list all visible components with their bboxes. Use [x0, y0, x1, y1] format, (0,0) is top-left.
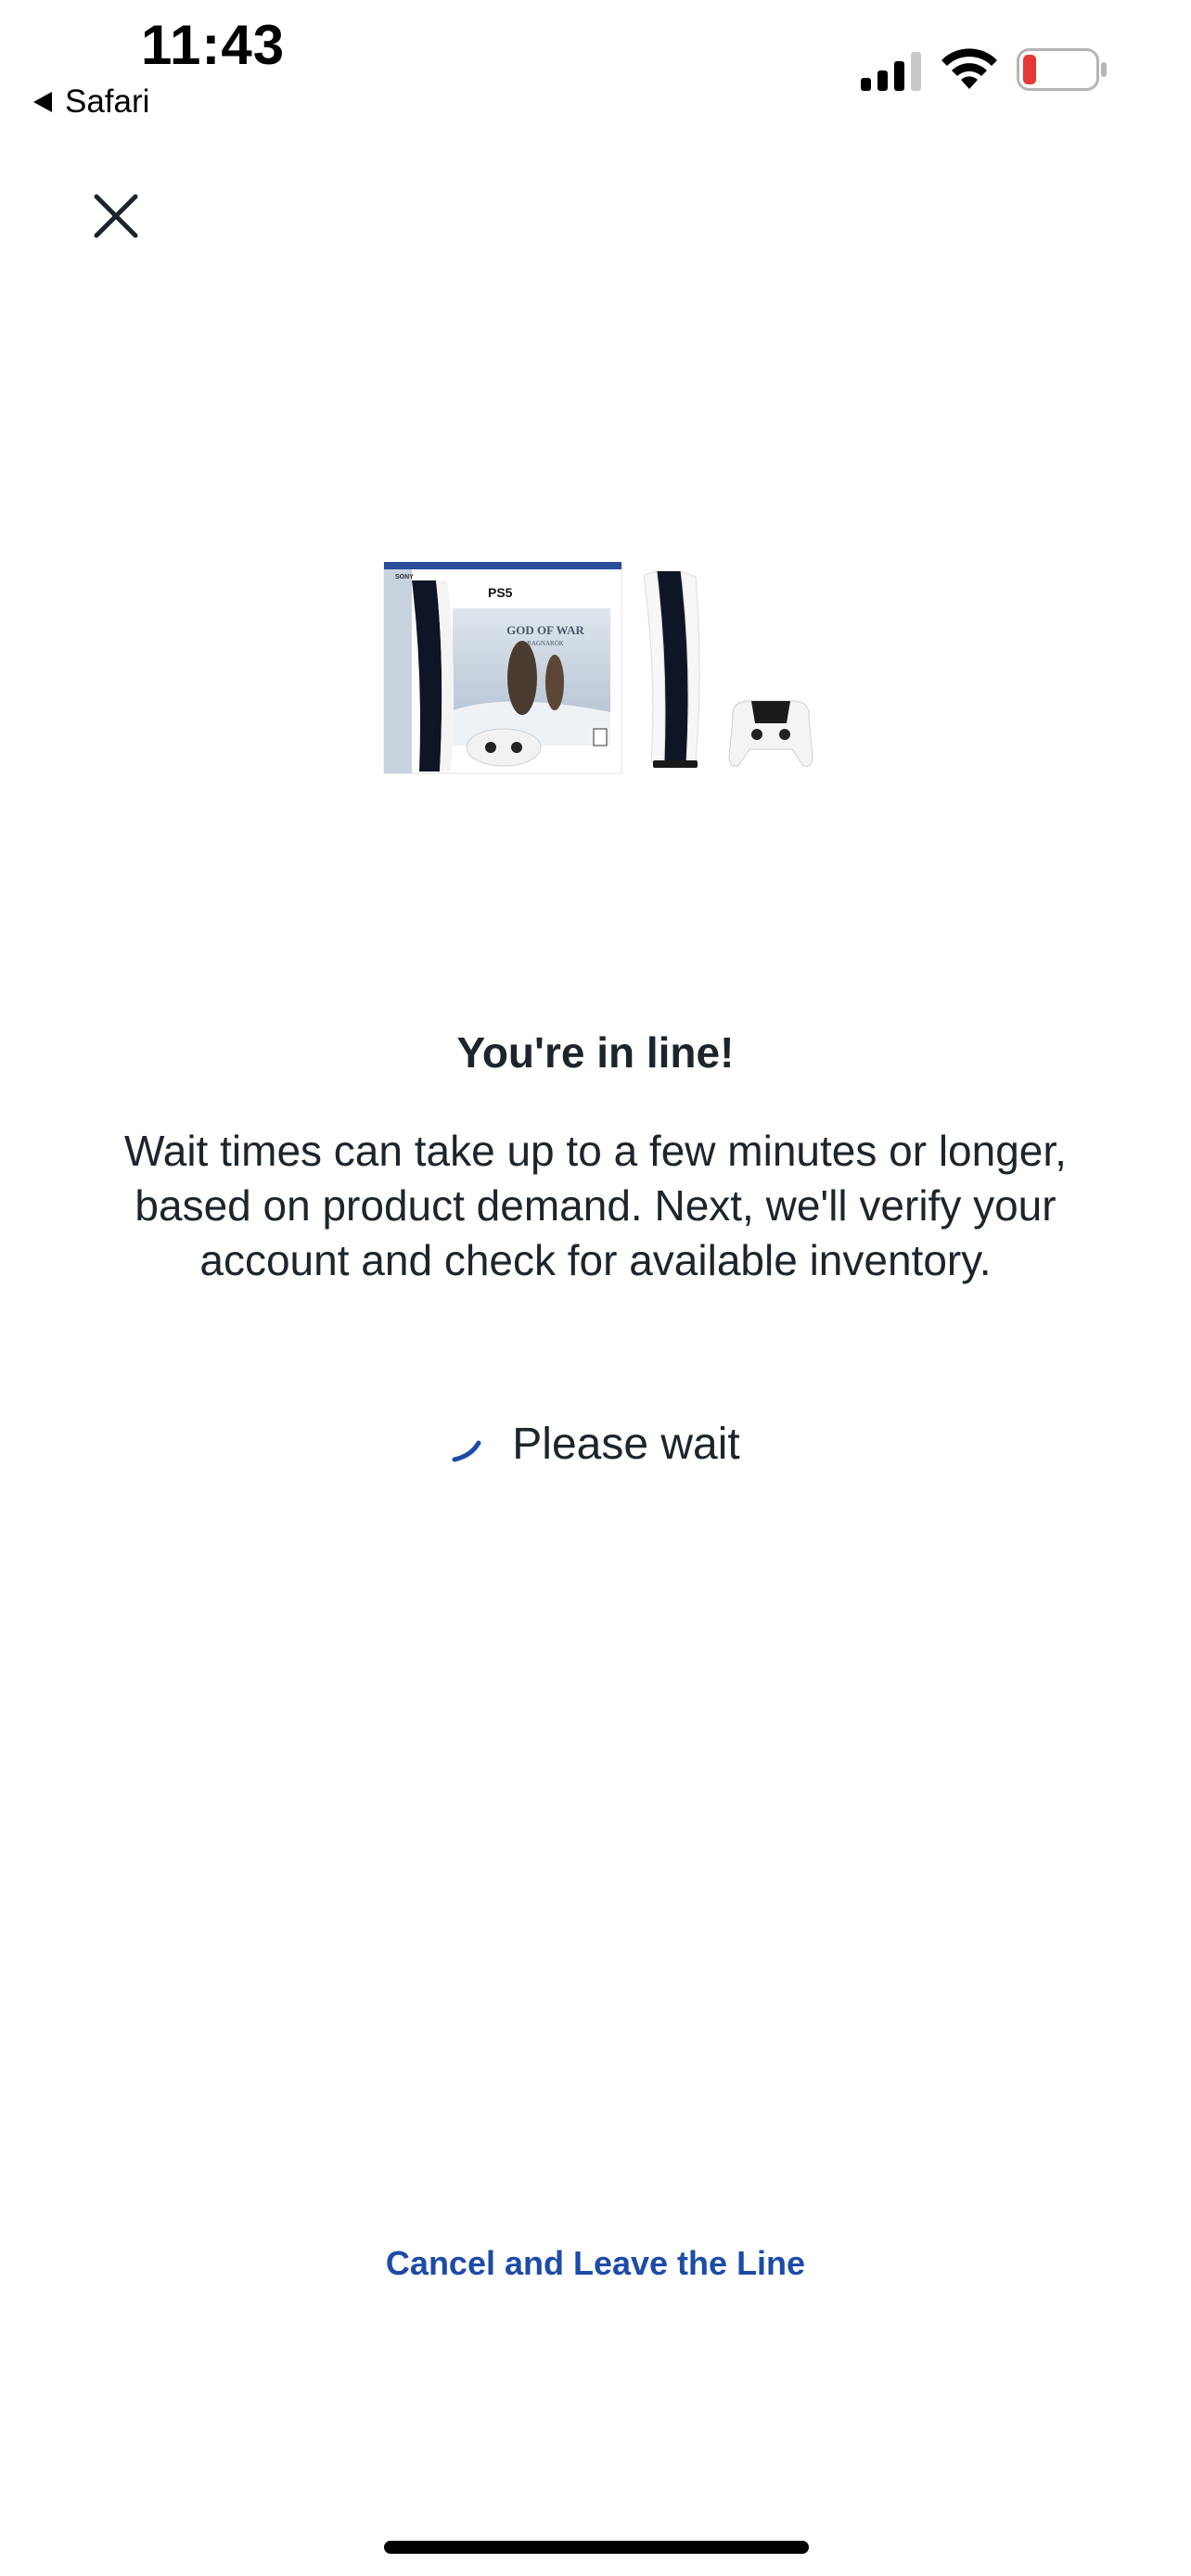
- battery-low-icon: [1017, 48, 1107, 91]
- status-time: 11:43: [141, 14, 286, 76]
- wait-label: Please wait: [512, 1420, 740, 1469]
- wifi-icon: [941, 48, 997, 89]
- box-logo: PS5: [488, 585, 513, 600]
- close-button[interactable]: [85, 185, 147, 247]
- cellular-signal-icon: [861, 52, 921, 91]
- back-to-safari[interactable]: Safari: [33, 83, 149, 121]
- dualsense-controller: [728, 700, 813, 767]
- queue-headline: You're in line!: [456, 1028, 735, 1077]
- close-icon: [94, 194, 138, 238]
- back-app-label: Safari: [65, 83, 150, 120]
- product-box: SONY PS5 GOD OF WAR RAGNARÖK: [383, 562, 622, 774]
- product-image: SONY PS5 GOD OF WAR RAGNARÖK: [383, 562, 813, 774]
- home-indicator[interactable]: [384, 2541, 809, 2554]
- box-game-title: GOD OF WAR: [506, 623, 584, 637]
- ps5-console: [643, 570, 700, 768]
- cancel-leave-line-link[interactable]: Cancel and Leave the Line: [0, 2244, 1191, 2283]
- back-triangle-icon: [33, 92, 52, 112]
- queue-message: Wait times can take up to a few minutes …: [124, 1127, 1067, 1284]
- box-brand: SONY: [395, 574, 414, 580]
- box-game-subtitle: RAGNARÖK: [527, 640, 564, 647]
- wait-status: Please wait: [0, 1419, 1191, 1470]
- loading-spinner-icon: [452, 1440, 481, 1461]
